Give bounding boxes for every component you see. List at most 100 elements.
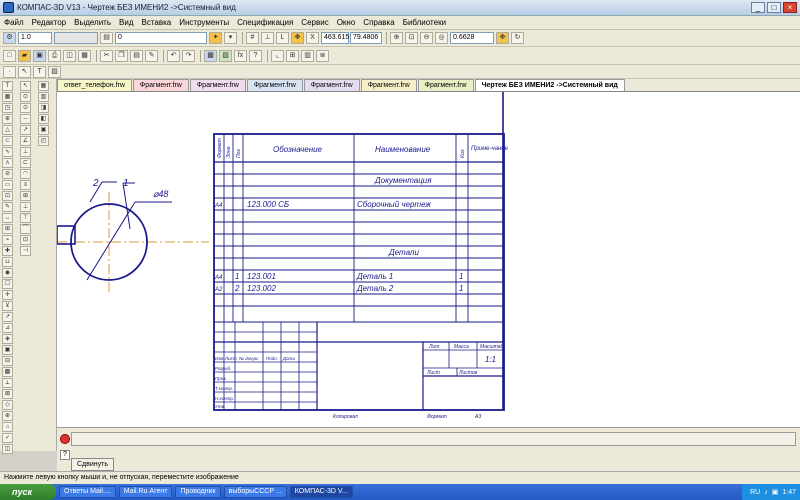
geometry-tool-icon[interactable]: ↔ [2, 213, 13, 223]
panel-tool-icon[interactable]: ▥ [38, 92, 49, 102]
geometry-tool-icon[interactable]: ◇ [2, 400, 13, 410]
language-indicator[interactable]: RU [750, 489, 760, 496]
snap-icon[interactable]: ✦ [209, 32, 222, 44]
edit-tool-icon[interactable]: ↖ [20, 81, 31, 91]
menu-item[interactable]: Спецификация [237, 18, 293, 27]
properties-icon[interactable]: ▦ [78, 49, 91, 62]
menu-item[interactable]: Выделить [74, 18, 111, 27]
open-file-icon[interactable]: ▰ [18, 49, 31, 62]
zoom-window-icon[interactable]: ⊡ [405, 32, 418, 44]
pan-icon[interactable]: ✥ [496, 32, 509, 44]
hatch-icon[interactable]: ▨ [48, 65, 61, 78]
layer-select[interactable] [54, 32, 98, 44]
style-icon[interactable]: ▤ [100, 32, 113, 44]
edit-tool-icon[interactable]: ⊏ [20, 158, 31, 168]
geometry-tool-icon[interactable]: ↗ [2, 312, 13, 322]
text-icon[interactable]: T [33, 65, 46, 78]
view-icon[interactable]: ▥ [301, 49, 314, 62]
taskbar-item[interactable]: Mail.Ru Агент [118, 486, 173, 498]
menu-item[interactable]: Редактор [32, 18, 66, 27]
menu-item[interactable]: Библиотеки [403, 18, 446, 27]
geometry-tool-icon[interactable]: ⊟ [2, 356, 13, 366]
edit-tool-icon[interactable]: ⊣ [20, 246, 31, 256]
zoom-all-icon[interactable]: ◎ [435, 32, 448, 44]
geometry-tool-icon[interactable]: ▭ [2, 180, 13, 190]
variables-icon[interactable]: fx [234, 49, 247, 62]
edit-tool-icon[interactable]: ⊤ [20, 213, 31, 223]
coord-y-field[interactable]: 79.4806 [350, 32, 382, 44]
new-file-icon[interactable]: □ [3, 49, 16, 62]
grid-icon[interactable]: # [246, 32, 259, 44]
geometry-tool-icon[interactable]: ∿ [2, 147, 13, 157]
geometry-tool-icon[interactable]: ⊕ [2, 114, 13, 124]
edit-tool-icon[interactable]: ↗ [20, 125, 31, 135]
undo-icon[interactable]: ↶ [167, 49, 180, 62]
menu-item[interactable]: Окно [337, 18, 356, 27]
document-tab[interactable]: Фрагмент.frw [360, 79, 417, 91]
maximize-button[interactable]: □ [767, 2, 781, 13]
geometry-tool-icon[interactable]: △ [2, 125, 13, 135]
snap-menu-icon[interactable]: ▾ [224, 32, 237, 44]
document-tab[interactable]: Чертеж БЕЗ ИМЕНИ2 ->Системный вид [474, 79, 625, 91]
minimize-button[interactable]: _ [751, 2, 765, 13]
edit-tool-icon[interactable]: ⊥ [20, 202, 31, 212]
document-tab[interactable]: Фрагмент.frw [246, 79, 303, 91]
edit-tool-icon[interactable]: ⊞ [20, 191, 31, 201]
edit-tool-icon[interactable]: ≡ [20, 180, 31, 190]
redo-icon[interactable]: ↷ [182, 49, 195, 62]
line-scale-select[interactable]: 1.0 [18, 32, 52, 44]
speaker-icon[interactable]: ♪ [764, 489, 768, 496]
format-painter-icon[interactable]: ✎ [145, 49, 158, 62]
geometry-tool-icon[interactable]: ⟂ [2, 378, 13, 388]
layout-icon[interactable]: ⊞ [286, 49, 299, 62]
menu-item[interactable]: Файл [4, 18, 24, 27]
panel-tool-icon[interactable]: ◨ [38, 103, 49, 113]
menu-item[interactable]: Вид [119, 18, 133, 27]
edit-tool-icon[interactable]: ⊙ [20, 92, 31, 102]
panel-tool-icon[interactable]: ▦ [38, 81, 49, 91]
command-field[interactable] [71, 432, 796, 446]
library-icon[interactable]: ▧ [219, 49, 232, 62]
context-help-icon[interactable]: ? [249, 49, 262, 62]
geometry-tool-icon[interactable]: ◈ [2, 334, 13, 344]
edit-tool-icon[interactable]: ⊡ [20, 235, 31, 245]
document-tab[interactable]: Фрагмент.frw [189, 79, 246, 91]
edit-tool-icon[interactable]: ⊙ [20, 103, 31, 113]
zoom-select[interactable]: 0.6628 [450, 32, 494, 44]
taskbar-item[interactable]: Проводник [175, 486, 221, 498]
geometry-tool-icon[interactable]: ⊠ [2, 389, 13, 399]
local-cs-icon[interactable]: ⊥ [261, 32, 274, 44]
help-icon[interactable]: ? [60, 450, 70, 460]
geometry-tool-icon[interactable]: ✚ [2, 246, 13, 256]
point-icon[interactable]: · [3, 65, 16, 78]
geometry-tool-icon[interactable]: ʌ [2, 158, 13, 168]
geometry-tool-icon[interactable]: ▩ [2, 367, 13, 377]
select-icon[interactable]: ↖ [18, 65, 31, 78]
taskbar-item[interactable]: выборыСССР ... [223, 486, 287, 498]
zoom-out-icon[interactable]: ⊖ [420, 32, 433, 44]
copy-icon[interactable]: ❐ [115, 49, 128, 62]
edit-tool-icon[interactable]: ∠ [20, 136, 31, 146]
geometry-tool-icon[interactable]: ⌂ [2, 422, 13, 432]
measure-icon[interactable]: ⌞ [271, 49, 284, 62]
cursor-icon[interactable]: ✥ [291, 32, 304, 44]
refresh-icon[interactable]: ↻ [511, 32, 524, 44]
geometry-tool-icon[interactable]: ⊿ [2, 323, 13, 333]
edit-tool-icon[interactable]: ◠ [20, 169, 31, 179]
move-button[interactable]: Сдвинуть [71, 458, 114, 471]
taskbar-item[interactable]: КОМПАС-3D V... [289, 486, 353, 498]
geometry-tool-icon[interactable]: ▣ [2, 345, 13, 355]
geometry-tool-icon[interactable]: ⊔ [2, 257, 13, 267]
geometry-tool-icon[interactable]: ⊂ [2, 136, 13, 146]
geometry-tool-icon[interactable]: ⊘ [2, 169, 13, 179]
menu-item[interactable]: Справка [363, 18, 394, 27]
panel-tool-icon[interactable]: ◰ [38, 136, 49, 146]
geometry-tool-icon[interactable]: ⊻ [2, 301, 13, 311]
panel-tool-icon[interactable]: ◧ [38, 114, 49, 124]
panel-tool-icon[interactable]: ▣ [38, 125, 49, 135]
state-icon[interactable]: ⚙ [3, 32, 16, 44]
coord-x-field[interactable]: 463.615 [321, 32, 349, 44]
geometry-tool-icon[interactable]: ⊞ [2, 224, 13, 234]
geometry-tool-icon[interactable]: ◳ [2, 103, 13, 113]
zoom-in-icon[interactable]: ⊕ [390, 32, 403, 44]
